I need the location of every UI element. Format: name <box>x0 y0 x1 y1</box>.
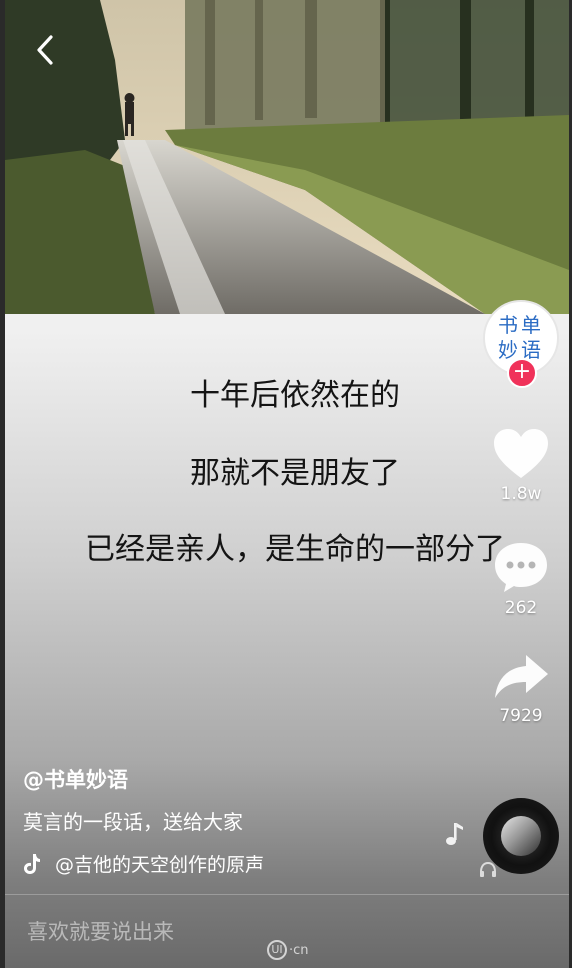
comment-divider <box>5 894 569 895</box>
post-description: 莫言的一段话，送给大家 <box>23 810 243 834</box>
back-arrow-icon <box>37 35 53 65</box>
music-link[interactable]: @吉他的天空创作的原声 <box>23 850 264 877</box>
caption-line-2: 那就不是朋友了 <box>190 456 400 491</box>
tiktok-logo-icon <box>24 853 40 874</box>
heart-icon <box>494 429 548 478</box>
forest-road-photo <box>5 0 569 314</box>
comment-count: 262 <box>504 598 538 618</box>
follow-button[interactable]: + <box>507 358 537 388</box>
share-count: 7929 <box>499 706 543 726</box>
author-name[interactable]: @书单妙语 <box>23 764 128 794</box>
share-button[interactable]: 7929 <box>486 652 556 726</box>
caption-line-3: 已经是亲人，是生命的一部分了 <box>85 532 505 567</box>
watermark: UI ·cn <box>267 940 309 960</box>
music-note-icon <box>446 823 463 845</box>
share-arrow-icon <box>495 655 548 698</box>
watermark-suffix: ·cn <box>289 942 309 958</box>
watermark-logo: UI <box>267 940 287 960</box>
music-disc-icon <box>501 816 541 856</box>
comment-button[interactable]: 262 <box>486 540 556 618</box>
comment-bubble-icon <box>495 543 547 592</box>
caption-line-1: 十年后依然在的 <box>190 378 400 413</box>
back-button[interactable] <box>25 28 65 72</box>
like-button[interactable]: 1.8w <box>486 428 556 504</box>
like-count: 1.8w <box>500 484 542 504</box>
video-screen[interactable]: 十年后依然在的 那就不是朋友了 已经是亲人，是生命的一部分了 书单 妙语 + 1… <box>5 0 569 968</box>
headphone-icon <box>480 861 496 877</box>
music-title: @吉他的天空创作的原声 <box>55 854 265 876</box>
avatar-text-top: 书单 <box>498 313 544 337</box>
